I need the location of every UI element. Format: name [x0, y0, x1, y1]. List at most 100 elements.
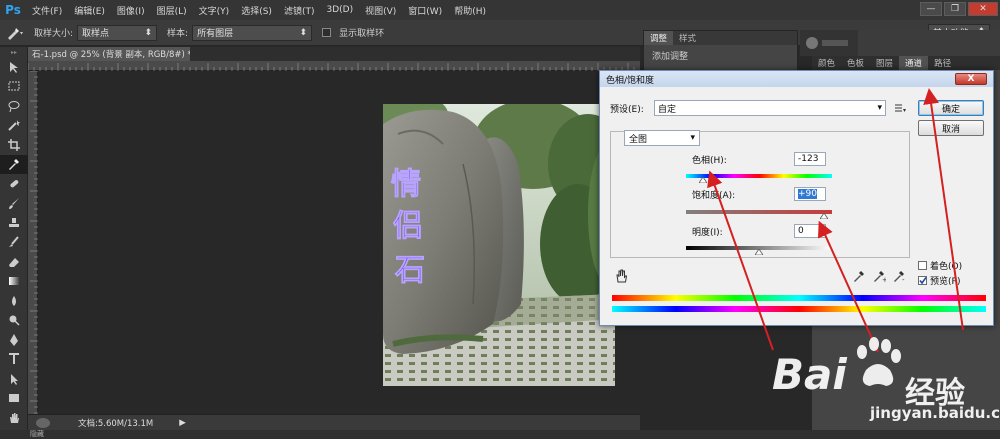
- sample-size-value: 取样点: [82, 29, 110, 39]
- tab-adjustments[interactable]: 调整: [644, 31, 674, 45]
- preset-label: 预设(E):: [610, 104, 644, 115]
- dialog-titlebar[interactable]: 色相/饱和度 X: [600, 71, 993, 87]
- tab-swatches[interactable]: 色板: [841, 56, 870, 70]
- hue-slider-thumb[interactable]: [699, 177, 707, 183]
- document-size: 文档:5.60M/13.1M: [78, 418, 154, 429]
- close-window-button[interactable]: ✕: [968, 2, 998, 16]
- blur-tool[interactable]: [0, 291, 28, 311]
- mini-bridge-strip: 隐藏: [0, 430, 1000, 439]
- eyedropper-icon: [9, 159, 19, 171]
- brush-tool[interactable]: [0, 194, 28, 214]
- marquee-tool[interactable]: [0, 77, 28, 97]
- hue-input[interactable]: -123: [794, 152, 826, 166]
- tab-paths[interactable]: 路径: [928, 56, 957, 70]
- pen-tool[interactable]: [0, 330, 28, 350]
- panel-collapse-icon[interactable]: [800, 30, 858, 56]
- menu-filter[interactable]: 滤镜(T): [278, 4, 321, 17]
- gradient-icon: [9, 277, 19, 286]
- hue-slider-track[interactable]: [686, 174, 832, 178]
- toolbar-grip[interactable]: ▸▸: [0, 47, 28, 57]
- sample-size-select[interactable]: 取样点 ⬍: [77, 24, 158, 41]
- rock-photo: 情 侣 石: [383, 104, 615, 386]
- eyedropper-plus-icon[interactable]: +: [872, 269, 886, 283]
- move-icon: [10, 61, 18, 73]
- tab-styles[interactable]: 样式: [673, 31, 702, 45]
- saturation-slider-thumb[interactable]: [820, 213, 828, 219]
- tools-panel: ▸▸: [0, 47, 28, 439]
- menu-view[interactable]: 视图(V): [359, 4, 402, 17]
- layers-panel-tabs: 颜色 色板 图层 通道 路径: [812, 56, 1000, 70]
- hand-tool[interactable]: [0, 408, 28, 428]
- adjustments-tabs: 调整 样式: [644, 31, 797, 45]
- preset-select[interactable]: 自定 ▾: [654, 100, 886, 116]
- eyedropper-tool[interactable]: [0, 154, 28, 174]
- menu-window[interactable]: 窗口(W): [402, 4, 448, 17]
- menu-type[interactable]: 文字(Y): [193, 4, 236, 17]
- clone-stamp-tool[interactable]: [0, 213, 28, 233]
- move-tool[interactable]: [0, 57, 28, 77]
- document-tab[interactable]: 石-1.psd @ 25% (背景 副本, RGB/8#) * ×: [28, 47, 190, 61]
- ok-button[interactable]: 确定: [918, 100, 984, 116]
- show-ring-checkbox[interactable]: [322, 28, 332, 37]
- svg-text:-: -: [902, 276, 905, 283]
- rectangle-icon: [9, 394, 19, 403]
- ruler-ticks: [30, 70, 38, 414]
- lasso-tool[interactable]: [0, 96, 28, 116]
- history-brush-tool[interactable]: [0, 233, 28, 253]
- targeted-adjust-hand-icon[interactable]: [614, 268, 630, 284]
- menu-layer[interactable]: 图层(L): [151, 4, 193, 17]
- lightness-value: 0: [798, 226, 804, 236]
- quick-select-tool[interactable]: [0, 116, 28, 136]
- status-bar: 文档:5.60M/13.1M ▶: [28, 414, 640, 430]
- colorize-option[interactable]: 着色(O): [918, 259, 962, 272]
- menu-help[interactable]: 帮助(H): [448, 4, 492, 17]
- menu-image[interactable]: 图像(I): [111, 4, 151, 17]
- rectangle-tool[interactable]: [0, 389, 28, 409]
- menu-3d[interactable]: 3D(D): [320, 5, 359, 15]
- eraser-tool[interactable]: [0, 252, 28, 272]
- type-tool[interactable]: [0, 350, 28, 370]
- lightness-slider-thumb[interactable]: [755, 249, 763, 255]
- preview-checkbox[interactable]: [918, 276, 927, 285]
- eyedropper-tool-preset[interactable]: [0, 23, 30, 43]
- dodge-icon: [9, 315, 20, 326]
- lightness-input[interactable]: 0: [794, 224, 826, 238]
- tab-color[interactable]: 颜色: [812, 56, 841, 70]
- eyedropper-icon: [8, 27, 23, 40]
- eyedropper-minus-icon[interactable]: -: [892, 269, 906, 283]
- blur-drop-icon: [12, 295, 16, 306]
- adjusted-color-bar: [612, 306, 986, 312]
- dropdown-arrow-icon: ▾: [690, 133, 695, 143]
- brush-icon: [9, 198, 19, 210]
- tab-layers[interactable]: 图层: [870, 56, 899, 70]
- hue-value: -123: [798, 154, 819, 164]
- eyedropper-icon[interactable]: [852, 269, 866, 283]
- dodge-tool[interactable]: [0, 311, 28, 331]
- sample-select[interactable]: 所有图层 ⬍: [192, 24, 313, 41]
- menu-file[interactable]: 文件(F): [26, 4, 68, 17]
- channel-select[interactable]: 全图 ▾: [624, 130, 700, 146]
- chevron-down-icon: ⬍: [299, 27, 308, 38]
- tab-channels[interactable]: 通道: [899, 56, 929, 70]
- restore-button[interactable]: ❐: [944, 2, 966, 16]
- healing-brush-tool[interactable]: [0, 174, 28, 194]
- minimize-button[interactable]: —: [920, 2, 942, 16]
- saturation-value: +90: [798, 189, 817, 199]
- type-icon: [9, 353, 19, 365]
- preview-option[interactable]: 预览(P): [918, 274, 960, 287]
- colorize-checkbox[interactable]: [918, 261, 927, 270]
- pen-icon: [10, 333, 18, 346]
- cancel-button[interactable]: 取消: [918, 120, 984, 136]
- saturation-slider-track[interactable]: [686, 210, 832, 214]
- path-select-tool[interactable]: [0, 369, 28, 389]
- canvas-image[interactable]: 情 侣 石: [383, 104, 615, 386]
- status-menu-arrow-icon[interactable]: ▶: [179, 418, 186, 428]
- preset-menu-icon[interactable]: [894, 103, 906, 113]
- gradient-tool[interactable]: [0, 272, 28, 292]
- menu-select[interactable]: 选择(S): [235, 4, 278, 17]
- saturation-input[interactable]: +90: [794, 187, 826, 201]
- bottom-label[interactable]: 隐藏: [30, 430, 44, 438]
- crop-tool[interactable]: [0, 135, 28, 155]
- dialog-close-button[interactable]: X: [955, 73, 987, 85]
- menu-edit[interactable]: 编辑(E): [68, 4, 111, 17]
